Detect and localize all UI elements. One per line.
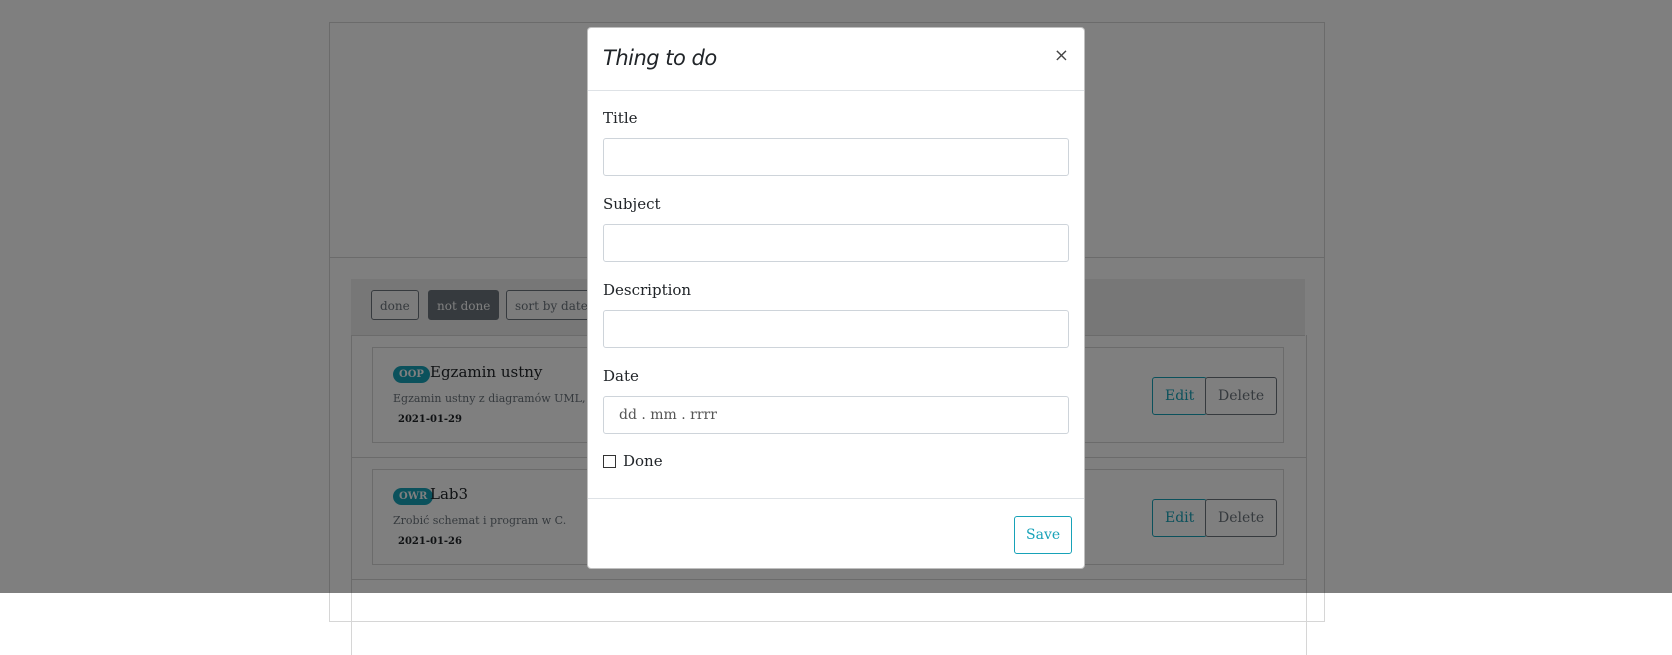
date-label: Date: [603, 367, 639, 385]
description-label: Description: [603, 281, 692, 299]
subject-input[interactable]: [603, 224, 1069, 262]
subject-label: Subject: [603, 195, 661, 213]
close-icon[interactable]: ×: [1054, 45, 1069, 66]
title-label: Title: [603, 109, 638, 127]
modal-header: Thing to do ×: [588, 28, 1084, 91]
modal-title: Thing to do: [603, 46, 717, 70]
done-checkbox[interactable]: [603, 455, 616, 468]
save-button[interactable]: Save: [1014, 516, 1073, 554]
description-input[interactable]: [603, 310, 1069, 348]
done-label: Done: [623, 452, 663, 470]
modal-footer-divider: [588, 498, 1084, 499]
thing-to-do-modal: Thing to do × Title Subject Description …: [587, 27, 1085, 569]
date-input[interactable]: [603, 396, 1069, 434]
title-input[interactable]: [603, 138, 1069, 176]
